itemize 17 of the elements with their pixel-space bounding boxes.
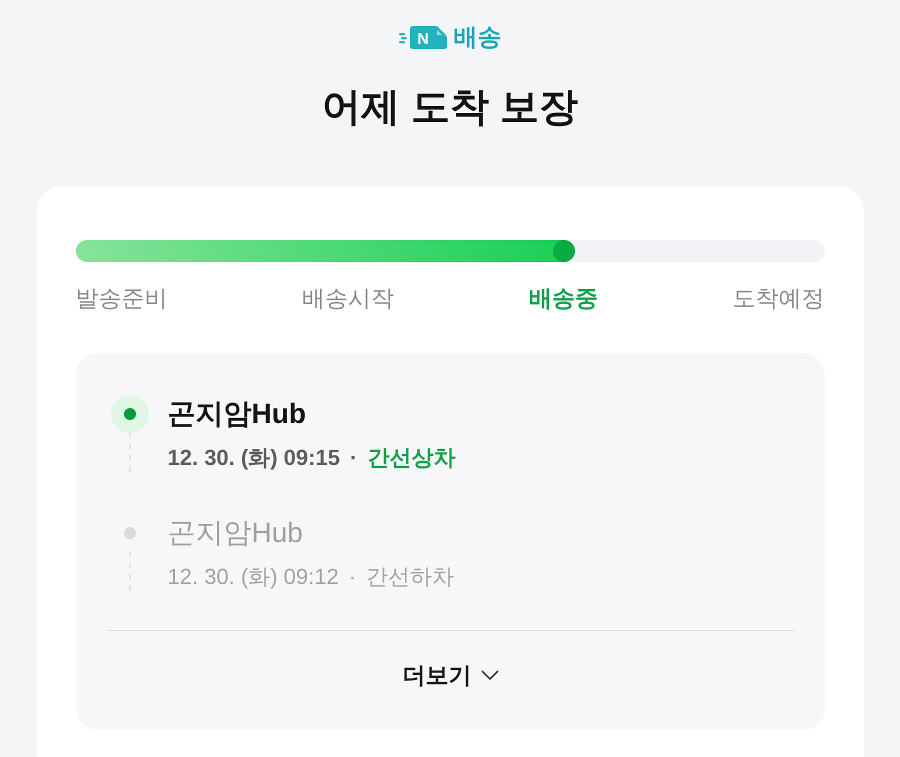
separator-text: · bbox=[350, 444, 358, 472]
stage-label: 배송중 bbox=[528, 284, 598, 313]
event-location: 곤지암Hub bbox=[168, 397, 307, 431]
stage-label: 발송준비 bbox=[76, 284, 168, 313]
page-title: 어제 도착 보장 bbox=[322, 85, 578, 131]
event-location: 곤지암Hub bbox=[168, 516, 304, 550]
more-button[interactable]: 더보기 bbox=[402, 660, 498, 690]
separator-text: · bbox=[348, 563, 356, 591]
event-time: 12. 30. (화) 09:12 bbox=[168, 563, 339, 591]
logo-text: 배송 bbox=[454, 24, 502, 52]
progress-thumb bbox=[553, 240, 576, 262]
event-status: 간선상차 bbox=[367, 444, 456, 472]
stage-label: 도착예정 bbox=[732, 284, 824, 313]
chevron-down-icon bbox=[480, 670, 498, 680]
event-status: 간선하차 bbox=[366, 563, 454, 591]
event-time: 12. 30. (화) 09:15 bbox=[168, 444, 340, 472]
stage-label: 배송시작 bbox=[302, 284, 394, 313]
